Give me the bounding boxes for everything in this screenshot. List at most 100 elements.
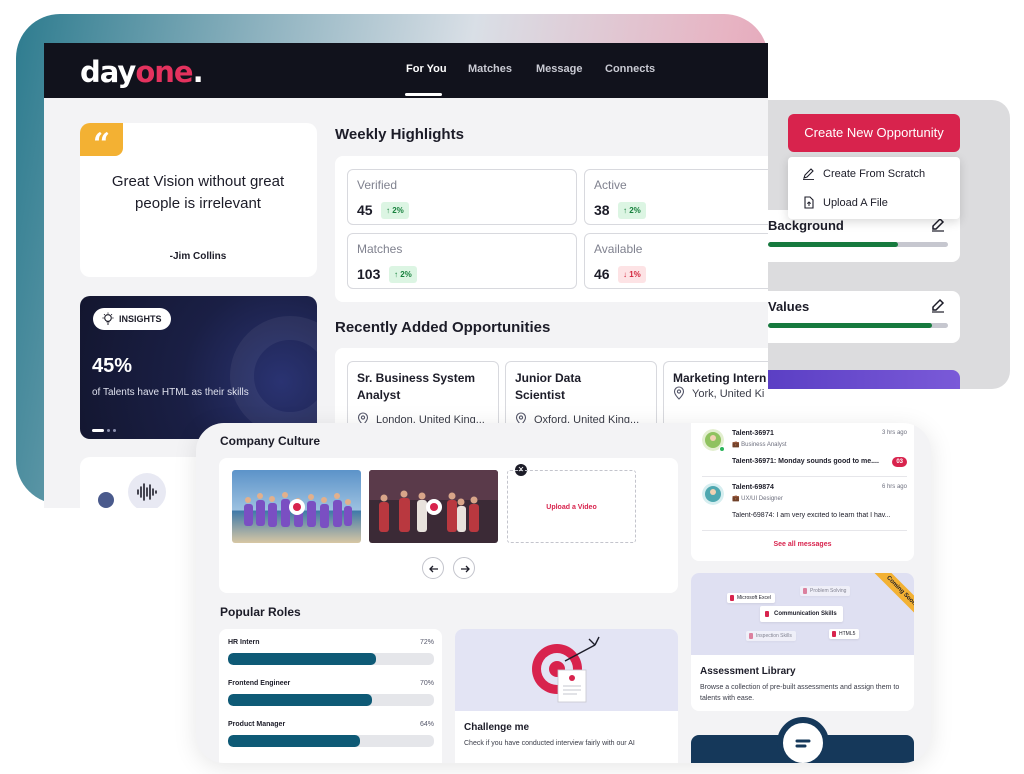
role-percent: 70% — [419, 680, 434, 687]
role-percent: 64% — [419, 721, 434, 728]
stat-value: 45 — [357, 202, 373, 218]
menu-item-label: Create From Scratch — [823, 168, 926, 180]
front-dashboard-panel: Company Culture ✕ Upload a Video Popular… — [196, 423, 931, 763]
company-culture-title: Company Culture — [220, 434, 321, 448]
role-name: Product Manager — [228, 721, 286, 728]
profile-section-values[interactable]: Values — [768, 291, 960, 343]
insights-text: of Talents have HTML as their skills — [92, 387, 249, 398]
assessment-library-description: Browse a collection of pre-built assessm… — [700, 684, 900, 702]
avatar — [98, 492, 114, 508]
menu-create-from-scratch[interactable]: Create From Scratch — [802, 164, 925, 184]
profile-progress-fill — [768, 242, 898, 247]
menu-upload-file[interactable]: Upload A File — [802, 193, 888, 213]
opportunity-title: Marketing Intern — [673, 371, 767, 385]
skill-chip: Inspection Skills — [746, 631, 796, 641]
divider — [702, 530, 907, 531]
edit-icon[interactable] — [930, 297, 946, 313]
play-icon[interactable] — [426, 499, 442, 515]
assessment-library-card[interactable]: Microsoft Excel Problem Solving Communic… — [691, 573, 914, 711]
message-time: 6 hrs ago — [881, 484, 907, 490]
sender-role-text: Business Analyst — [741, 442, 787, 448]
message-time: 3 hrs ago — [881, 430, 907, 436]
opportunity-location: York, United Ki — [673, 386, 764, 400]
stat-matches[interactable]: Matches 103 ↑ 2% — [347, 233, 577, 289]
role-name: HR Intern — [228, 639, 260, 646]
stat-delta: 2% — [400, 270, 412, 279]
role-bar — [228, 694, 434, 706]
bottom-card-icon — [777, 717, 829, 763]
coming-soon-ribbon: Coming Soon — [861, 573, 914, 631]
role-bar-fill — [228, 694, 373, 706]
message-item[interactable]: Talent-36971 💼 Business Analyst 3 hrs ag… — [702, 429, 907, 479]
location-pin-icon — [673, 386, 685, 400]
profile-progress-bar — [768, 242, 948, 247]
stat-delta: 1% — [629, 270, 641, 279]
profile-section-label: Values — [768, 299, 810, 314]
insights-decoration — [230, 316, 317, 436]
stat-label: Verified — [357, 178, 398, 192]
tab-matches[interactable]: Matches — [468, 63, 512, 75]
stat-value: 46 — [594, 266, 610, 282]
location-text: York, United Ki — [692, 388, 765, 400]
stat-label: Active — [594, 178, 627, 192]
avatar — [702, 483, 724, 505]
stat-verified[interactable]: Verified 45 ↑ 2% — [347, 169, 577, 225]
stat-delta-badge: ↑ 2% — [381, 202, 409, 219]
dayone-logo[interactable]: dayone. — [80, 55, 204, 89]
role-bar — [228, 735, 434, 747]
insights-card[interactable]: INSIGHTS 45% of Talents have HTML as the… — [80, 296, 317, 439]
message-sender: Talent-36971 — [732, 430, 774, 437]
stat-value: 103 — [357, 266, 381, 282]
audio-wave-icon — [137, 483, 157, 501]
quote-card: “ Great Vision without great people is i… — [80, 123, 317, 277]
message-item[interactable]: Talent-69874 💼 UX/UI Designer 6 hrs ago … — [702, 483, 907, 533]
carousel-prev-button[interactable] — [422, 557, 444, 579]
popular-roles-panel: HR Intern 72% Frontend Engineer 70% Prod… — [219, 629, 442, 763]
video-thumbnail[interactable] — [369, 470, 498, 543]
target-illustration — [532, 636, 600, 703]
insights-badge: INSIGHTS — [93, 308, 171, 330]
role-percent: 72% — [419, 639, 434, 646]
insights-value: 45% — [92, 355, 133, 377]
pencil-icon — [803, 168, 814, 180]
quote-text: Great Vision without great people is irr… — [111, 173, 285, 212]
stat-active[interactable]: Active 38 ↑ 2% — [584, 169, 768, 225]
file-upload-icon — [804, 196, 814, 209]
opportunity-title: Sr. Business System Analyst — [357, 371, 476, 402]
top-nav: dayone. For You Matches Message Connects — [44, 43, 768, 98]
profile-progress-bar — [768, 323, 948, 328]
carousel-dots[interactable] — [92, 422, 119, 439]
assessment-illustration: Microsoft Excel Problem Solving Communic… — [691, 573, 914, 655]
purple-card — [768, 370, 960, 389]
active-tab-indicator — [405, 93, 442, 96]
stat-delta: 2% — [392, 206, 404, 215]
stat-delta-badge: ↑ 2% — [389, 266, 417, 283]
challenge-card[interactable]: Challenge me Check if you have conducted… — [455, 629, 678, 763]
message-sender-role: 💼 Business Analyst — [732, 442, 787, 448]
video-thumbnail[interactable] — [232, 470, 361, 543]
opportunity-title: Junior Data Scientist — [515, 371, 582, 402]
logo-accent: one — [135, 55, 193, 89]
message-preview: Talent-69874: I am very excited to learn… — [732, 512, 891, 519]
stat-available[interactable]: Available 46 ↓ 1% — [584, 233, 768, 289]
create-menu: Create From Scratch Upload A File — [788, 157, 960, 219]
carousel-next-button[interactable] — [453, 557, 475, 579]
tab-message[interactable]: Message — [536, 63, 582, 75]
stat-value: 38 — [594, 202, 610, 218]
play-icon[interactable] — [289, 499, 305, 515]
role-bar — [228, 653, 434, 665]
challenge-title: Challenge me — [464, 722, 530, 733]
audio-wave-button[interactable] — [128, 473, 166, 508]
quote-icon: “ — [80, 123, 123, 162]
tab-connects[interactable]: Connects — [605, 63, 655, 75]
messages-panel: Talent-36971 💼 Business Analyst 3 hrs ag… — [691, 423, 914, 561]
upload-video-button[interactable]: Upload a Video — [507, 470, 636, 543]
challenge-description: Check if you have conducted interview fa… — [464, 740, 635, 747]
tab-for-you[interactable]: For You — [406, 63, 447, 75]
skill-chip: Microsoft Excel — [727, 593, 775, 603]
see-all-messages-link[interactable]: See all messages — [691, 541, 914, 548]
stat-delta-badge: ↑ 2% — [618, 202, 646, 219]
create-new-opportunity-button[interactable]: Create New Opportunity — [788, 114, 960, 152]
arrow-right-icon — [461, 565, 470, 573]
role-bar-fill — [228, 653, 377, 665]
